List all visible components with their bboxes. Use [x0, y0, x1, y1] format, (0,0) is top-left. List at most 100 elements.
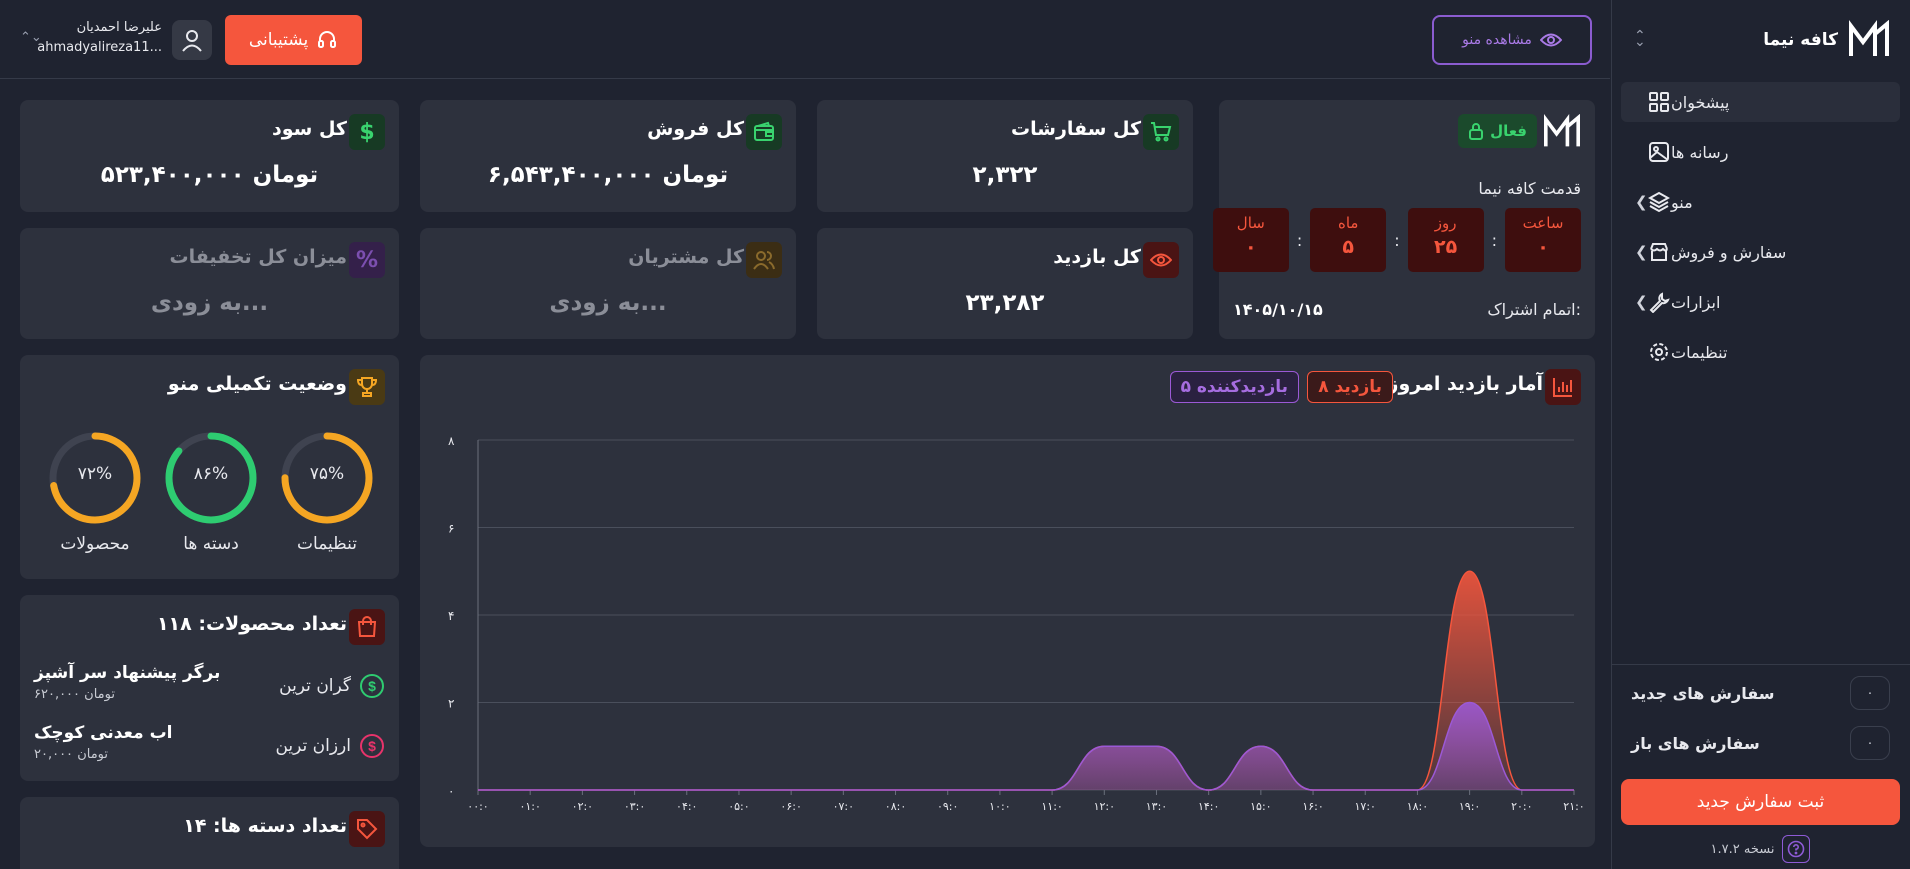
- eye-icon: [1539, 33, 1562, 47]
- support-button[interactable]: پشتیبانی: [225, 15, 362, 65]
- ring-label: دسته ها: [183, 534, 239, 554]
- stat-title: کل فروش: [647, 118, 744, 140]
- status-badge: فعال: [1458, 114, 1537, 148]
- categories-title: تعداد دسته ها: ۱۴: [183, 815, 347, 837]
- stat-card-discounts: % میزان کل تخفیفات به زودی...: [20, 228, 399, 339]
- stat-value: ۶,۵۴۳,۴۰۰,۰۰۰ تومان: [487, 162, 729, 188]
- categories-card: تعداد دسته ها: ۱۴: [20, 797, 399, 869]
- x-tick-label: ۰۰:۰: [467, 800, 488, 813]
- sidebar-toggle-icon[interactable]: ⌃ ⌄: [1634, 28, 1646, 60]
- subscription-card: فعال قدمت کافه نیما سال ۰ : ماه ۵ : روز ۲۵ …: [1212, 100, 1595, 339]
- sidebar-item-menu[interactable]: منو ❮: [1621, 182, 1900, 222]
- stat-value: ۵۲۳,۴۰۰,۰۰۰ تومان: [100, 162, 319, 188]
- menu-status-card: وضعیت تکمیلی منو ۷۵% تنظیمات ۸۶% دسته ها…: [20, 355, 399, 579]
- open-orders-row[interactable]: سفارش های باز ۰: [1631, 725, 1890, 761]
- most-expensive-row[interactable]: گران ترین $ برگر پیشنهاد سر آشپز ۶۲۰,۰۰۰…: [34, 663, 385, 709]
- headset-icon: [318, 31, 337, 48]
- help-icon[interactable]: [1782, 835, 1811, 863]
- sidebar: کافه نیما ⌃ ⌄ پیشخوان رسانه ها منو ❮ سفا…: [1611, 0, 1910, 869]
- user-icon: [182, 30, 202, 52]
- percent-icon: %: [349, 242, 385, 278]
- wallet-icon: [746, 114, 782, 150]
- most-expensive-name: برگر پیشنهاد سر آشپز: [34, 663, 221, 683]
- x-tick-label: ۱۶:۰: [1302, 800, 1323, 813]
- stat-value: ۲,۳۲۲: [972, 162, 1038, 188]
- dashboard-grid-icon: [1647, 90, 1671, 114]
- countdown-year: سال ۰: [1212, 208, 1289, 272]
- cheapest-label-wrap: ارزان ترین $: [275, 733, 385, 759]
- subscription-end-label: اتمام اشتراک:: [1487, 300, 1581, 319]
- stat-card-visits: کل بازدید ۲۳,۲۸۲: [817, 228, 1193, 339]
- svg-text:$: $: [368, 738, 376, 754]
- stat-title: کل بازدید: [1053, 246, 1141, 268]
- new-order-button[interactable]: ثبت سفارش جدید: [1621, 779, 1900, 825]
- svg-text:$: $: [368, 678, 376, 694]
- sidebar-item-orders-sales[interactable]: سفارش و فروش ❮: [1621, 232, 1900, 272]
- store-icon: [1647, 240, 1671, 264]
- countdown-month: ماه ۵: [1310, 208, 1387, 272]
- tag-icon: [349, 811, 385, 847]
- view-menu-label: مشاهده منو: [1462, 32, 1532, 48]
- x-tick-label: ۱۴:۰: [1198, 800, 1219, 813]
- sidebar-item-tools[interactable]: ابزارات ❮: [1621, 282, 1900, 322]
- support-label: پشتیبانی: [248, 30, 309, 50]
- series-area-0: [478, 571, 1574, 790]
- sidebar-orders-panel: سفارش های جدید ۰ سفارش های باز ۰ ثبت سفا…: [1611, 664, 1910, 869]
- x-tick-label: ۰۴:۰: [676, 800, 697, 813]
- user-menu[interactable]: ⌃⌄ علیرضا احمدیان ahmadyalireza11...: [20, 18, 212, 62]
- dollar-icon: $: [349, 114, 385, 150]
- brand-name: کافه نیما: [1763, 30, 1838, 50]
- ring-percent: ۸۶%: [193, 464, 229, 484]
- dollar-circle-icon: $: [360, 734, 384, 758]
- new-orders-count: ۰: [1850, 676, 1890, 710]
- visits-area-chart: ۰ ۲ ۴ ۶ ۸ ۰۰:۰ ۰۱:۰ ۰۲:۰ ۰۳:۰ ۰۴:۰ ۰۵:۰ ۰۶:۰ ۰۷:۰ ۰۸:…: [448, 434, 1585, 813]
- x-tick-label: ۰۸:۰: [885, 800, 906, 813]
- countdown-day: روز ۲۵: [1407, 208, 1484, 272]
- visits-chart-card: آمار بازدید امروز ۸ بازدید ۵ بازدیدکننده…: [420, 355, 1595, 847]
- x-tick-label: ۱۷:۰: [1355, 800, 1376, 813]
- sidebar-item-dashboard[interactable]: پیشخوان: [1621, 82, 1900, 122]
- sidebar-item-settings[interactable]: تنظیمات: [1621, 332, 1900, 372]
- y-tick-label: ۰: [448, 784, 454, 798]
- new-orders-row[interactable]: سفارش های جدید ۰: [1631, 675, 1890, 711]
- x-tick-label: ۱۲:۰: [1094, 800, 1115, 813]
- version-label: نسخه ۱.۷.۲: [1710, 841, 1775, 857]
- most-expensive-label: گران ترین: [279, 676, 351, 696]
- ring-label: تنظیمات: [297, 534, 357, 554]
- series-line-1: [478, 701, 1574, 791]
- stat-title: کل مشتریان: [628, 246, 744, 268]
- progress-ring-2: ۷۲% محصولات: [47, 430, 143, 554]
- stat-card-customers: کل مشتریان به زودی...: [420, 228, 796, 339]
- countdown: سال ۰ : ماه ۵ : روز ۲۵ : ساعت ۰: [1212, 208, 1581, 272]
- stat-title: کل سود: [272, 118, 347, 140]
- x-tick-label: ۱۳:۰: [1146, 800, 1167, 813]
- subscription-end-date: ۱۴۰۵/۱۰/۱۵: [1233, 300, 1323, 319]
- stat-value: ۲۳,۲۸۲: [965, 290, 1045, 316]
- y-tick-label: ۲: [448, 697, 454, 711]
- x-tick-label: ۰۲:۰: [572, 800, 593, 813]
- trophy-icon: [349, 369, 385, 405]
- chevron-left-icon: ❮: [1635, 243, 1648, 261]
- ring-percent: ۷۲%: [77, 464, 113, 484]
- cheapest-row[interactable]: ارزان ترین $ اب معدنی کوچک ۲۰,۰۰۰ تومان: [34, 723, 385, 769]
- y-tick-label: ۸: [448, 434, 455, 448]
- x-tick-label: ۱۸:۰: [1407, 800, 1428, 813]
- chevron-left-icon: ❮: [1635, 193, 1648, 211]
- progress-ring-0: ۷۵% تنظیمات: [279, 430, 375, 554]
- user-email: ahmadyalireza11...: [37, 40, 162, 55]
- products-card: تعداد محصولات: ۱۱۸ گران ترین $ برگر پیشن…: [20, 595, 399, 781]
- view-menu-button[interactable]: مشاهده منو: [1432, 15, 1592, 65]
- stat-card-sales: کل فروش ۶,۵۴۳,۴۰۰,۰۰۰ تومان: [420, 100, 796, 212]
- x-tick-label: ۱۹:۰: [1459, 800, 1480, 813]
- sidebar-item-label: منو: [1671, 192, 1693, 212]
- y-tick-label: ۶: [448, 522, 454, 536]
- sidebar-item-label: پیشخوان: [1671, 92, 1730, 112]
- ring-label: محصولات: [60, 534, 130, 554]
- brand[interactable]: کافه نیما: [1763, 20, 1890, 60]
- menu-status-title: وضعیت تکمیلی منو: [167, 373, 347, 395]
- sidebar-item-label: رسانه ها: [1671, 142, 1729, 162]
- wrench-icon: [1647, 290, 1671, 314]
- open-orders-label: سفارش های باز: [1631, 733, 1760, 753]
- sidebar-item-media[interactable]: رسانه ها: [1621, 132, 1900, 172]
- cheapest-label: ارزان ترین: [275, 736, 351, 756]
